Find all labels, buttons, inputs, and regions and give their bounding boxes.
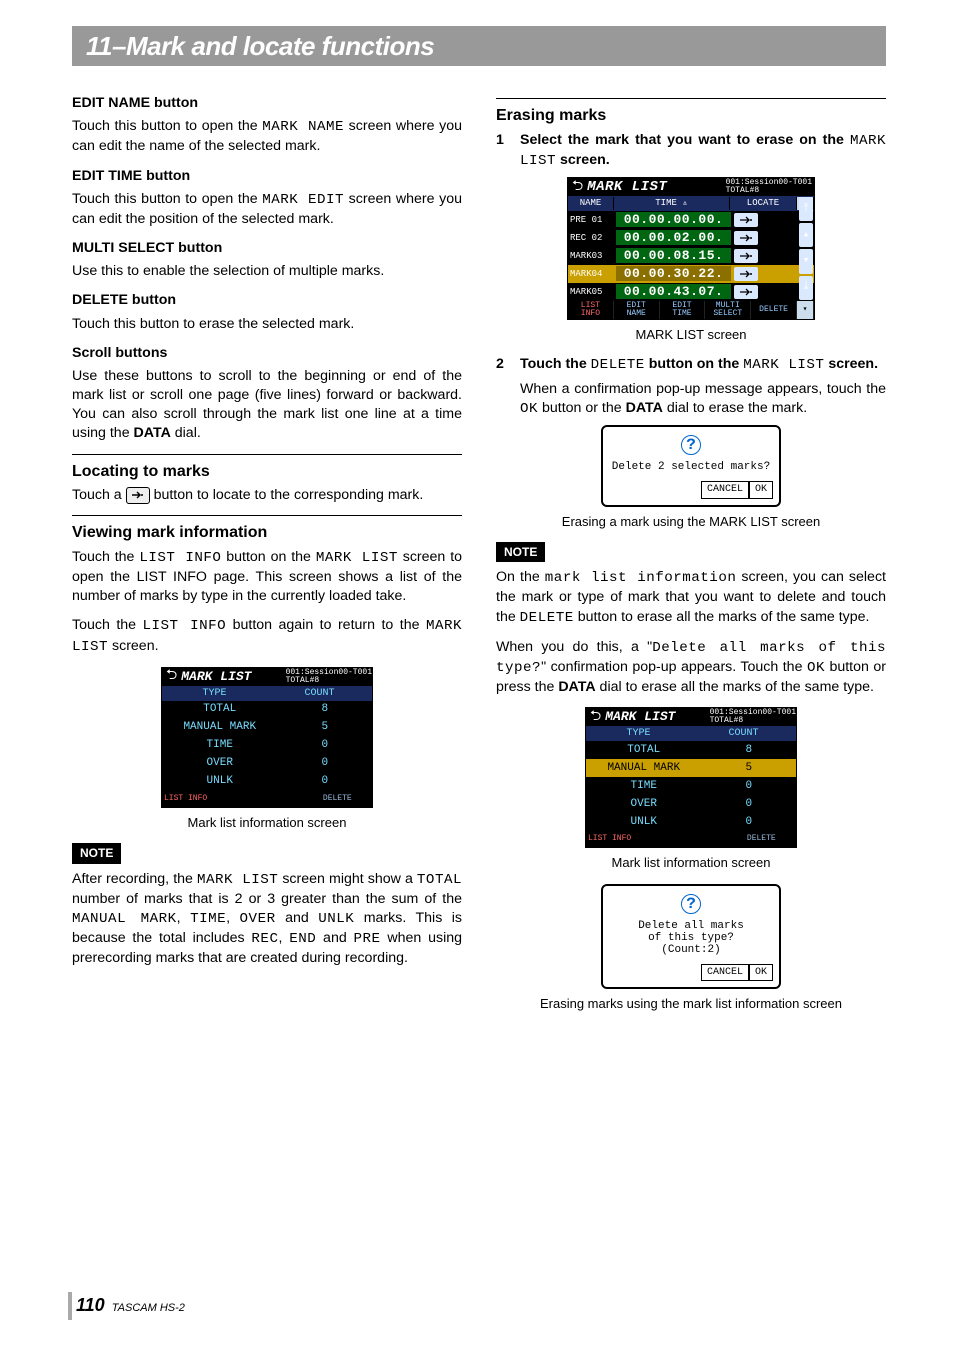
mark-row[interactable]: REC 0200.00.02.00. bbox=[568, 229, 814, 247]
scroll-bottom-icon[interactable]: ⤓ bbox=[799, 276, 813, 300]
question-icon: ? bbox=[681, 894, 701, 914]
info-row[interactable]: UNLK0 bbox=[162, 773, 372, 791]
para-edit-time: Touch this button to open the MARK EDIT … bbox=[72, 190, 462, 229]
toolbar-button[interactable]: EDITNAME bbox=[614, 301, 660, 319]
heading-edit-name: EDIT NAME button bbox=[72, 94, 462, 113]
para-multi-select: Use this to enable the selection of mult… bbox=[72, 262, 462, 281]
info-row[interactable]: UNLK0 bbox=[586, 813, 796, 831]
footer-accent-bar bbox=[68, 1292, 72, 1320]
section-viewing: Viewing mark information bbox=[72, 522, 462, 544]
mark-row[interactable]: MARK0500.00.43.07. bbox=[568, 283, 814, 301]
mark-row[interactable]: MARK0300.00.08.15. bbox=[568, 247, 814, 265]
locate-button[interactable] bbox=[734, 249, 758, 263]
left-column: EDIT NAME button Touch this button to op… bbox=[72, 94, 462, 1025]
locate-button[interactable] bbox=[734, 231, 758, 245]
note-para-2a: On the mark list information screen, you… bbox=[496, 568, 886, 628]
step-2: 2 Touch the DELETE button on the MARK LI… bbox=[496, 355, 886, 419]
note-tag: NOTE bbox=[496, 542, 545, 562]
caption-info-2: Mark list information screen bbox=[496, 854, 886, 872]
note-para-2b: When you do this, a "Delete all marks of… bbox=[496, 638, 886, 698]
locate-button[interactable] bbox=[734, 267, 758, 281]
ok-button[interactable]: OK bbox=[749, 481, 773, 499]
step-1: 1 Select the mark that you want to erase… bbox=[496, 131, 886, 171]
info-row[interactable]: TIME0 bbox=[586, 777, 796, 795]
info-row[interactable]: TOTAL8 bbox=[586, 741, 796, 759]
heading-scroll: Scroll buttons bbox=[72, 344, 462, 363]
caption-dialog-2: Erasing marks using the mark list inform… bbox=[496, 995, 886, 1013]
info-row[interactable]: TOTAL8 bbox=[162, 701, 372, 719]
mark-list-info-screen-2: ⮌MARK LIST001:Session00-T001TOTAL#8TYPEC… bbox=[585, 707, 797, 848]
dialog-message: Delete 2 selected marks? bbox=[603, 461, 779, 481]
cancel-button[interactable]: CANCEL bbox=[701, 964, 749, 982]
section-erasing: Erasing marks bbox=[496, 105, 886, 127]
ok-button[interactable]: OK bbox=[749, 964, 773, 982]
para-edit-name: Touch this button to open the MARK NAME … bbox=[72, 117, 462, 156]
dialog-message: Delete all marks of this type? (Count:2) bbox=[603, 920, 779, 964]
toolbar-button[interactable]: MULTISELECT bbox=[705, 301, 751, 319]
mark-row[interactable]: MARK0400.00.30.22. bbox=[568, 265, 814, 283]
mark-list-screen: ⮌MARK LIST001:Session00-T001TOTAL#8NAMET… bbox=[567, 177, 815, 320]
delete-confirm-dialog-1: ? Delete 2 selected marks? CANCEL OK bbox=[601, 425, 781, 507]
note-tag: NOTE bbox=[72, 843, 121, 863]
scroll-top-icon[interactable]: ⤒ bbox=[799, 197, 813, 221]
note-para-1: After recording, the MARK LIST screen mi… bbox=[72, 870, 462, 969]
mark-row[interactable]: PRE 0100.00.00.00. bbox=[568, 211, 814, 229]
question-icon: ? bbox=[681, 435, 701, 455]
para-viewing-1: Touch the LIST INFO button on the MARK L… bbox=[72, 548, 462, 607]
info-row[interactable]: MANUAL MARK5 bbox=[586, 759, 796, 777]
locate-button[interactable] bbox=[734, 213, 758, 227]
para-scroll: Use these buttons to scroll to the begin… bbox=[72, 367, 462, 444]
heading-multi-select: MULTI SELECT button bbox=[72, 239, 462, 258]
caption-mark-list: MARK LIST screen bbox=[496, 326, 886, 344]
caption-dialog-1: Erasing a mark using the MARK LIST scree… bbox=[496, 513, 886, 531]
chapter-title: 11–Mark and locate functions bbox=[72, 26, 886, 62]
toolbar-button[interactable]: LISTINFO bbox=[568, 301, 614, 319]
info-row[interactable]: MANUAL MARK5 bbox=[162, 719, 372, 737]
scroll-down-icon[interactable]: ▾ bbox=[799, 249, 813, 273]
info-row[interactable]: OVER0 bbox=[162, 755, 372, 773]
mark-list-info-screen-1: ⮌MARK LIST001:Session00-T001TOTAL#8TYPEC… bbox=[161, 667, 373, 808]
para-locating: Touch a button to locate to the correspo… bbox=[72, 486, 462, 505]
chapter-title-bar: 11–Mark and locate functions bbox=[72, 26, 886, 66]
para-viewing-2: Touch the LIST INFO button again to retu… bbox=[72, 616, 462, 656]
para-delete: Touch this button to erase the selected … bbox=[72, 315, 462, 334]
cancel-button[interactable]: CANCEL bbox=[701, 481, 749, 499]
toolbar-button[interactable]: EDITTIME bbox=[660, 301, 706, 319]
page-footer: 110 TASCAM HS-2 bbox=[76, 1295, 185, 1316]
scroll-up-icon[interactable]: ▴ bbox=[799, 223, 813, 247]
page-number: 110 bbox=[76, 1295, 105, 1315]
locate-button[interactable] bbox=[734, 285, 758, 299]
info-row[interactable]: OVER0 bbox=[586, 795, 796, 813]
right-column: Erasing marks 1 Select the mark that you… bbox=[496, 94, 886, 1025]
locate-arrow-icon bbox=[126, 487, 150, 504]
footer-model: TASCAM HS-2 bbox=[112, 1302, 185, 1314]
info-row[interactable]: TIME0 bbox=[162, 737, 372, 755]
heading-delete: DELETE button bbox=[72, 291, 462, 310]
delete-confirm-dialog-2: ? Delete all marks of this type? (Count:… bbox=[601, 884, 781, 990]
heading-edit-time: EDIT TIME button bbox=[72, 167, 462, 186]
toolbar-button[interactable]: DELETE bbox=[751, 301, 797, 319]
caption-info-1: Mark list information screen bbox=[72, 814, 462, 832]
section-locating: Locating to marks bbox=[72, 461, 462, 483]
